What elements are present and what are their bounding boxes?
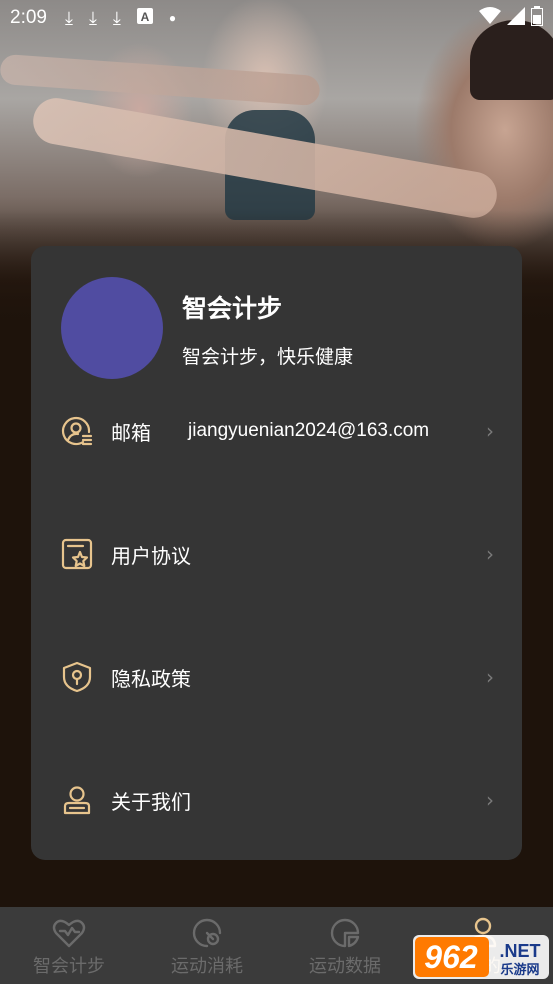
status-bar: 2:09 ⤓ ⤓ ⤓ A ● <box>0 0 553 36</box>
menu-label-email: 邮箱 <box>111 420 151 445</box>
person-icon <box>61 784 93 816</box>
chevron-right-icon: › <box>486 788 494 812</box>
menu-label-privacy-policy: 隐私政策 <box>111 666 191 691</box>
nav-tab-consumption[interactable]: 运动消耗 <box>138 907 276 984</box>
menu-item-user-agreement[interactable]: 用户协议 › <box>31 524 522 584</box>
heart-icon <box>52 916 86 950</box>
avatar[interactable] <box>61 277 163 379</box>
menu-label-about-us: 关于我们 <box>111 789 191 814</box>
email-value: jiangyuenian2024@163.com <box>188 420 430 441</box>
svg-text:乐游网: 乐游网 <box>500 962 539 978</box>
notification-dot-icon: ● <box>168 11 177 25</box>
menu-label-user-agreement: 用户协议 <box>111 543 191 568</box>
signal-icon <box>507 6 525 30</box>
svg-text:A: A <box>141 10 150 24</box>
chart-icon <box>328 916 362 950</box>
nav-label-data: 运动数据 <box>309 956 381 977</box>
download-icon: ⤓ <box>112 7 121 28</box>
nav-label-consumption: 运动消耗 <box>171 956 243 977</box>
menu-item-email[interactable]: 邮箱 jiangyuenian2024@163.com › <box>31 401 522 461</box>
profile-card: 智会计步 智会计步，快乐健康 邮箱 jiangyuenian2024@163.c… <box>31 246 522 860</box>
nav-tab-data[interactable]: 运动数据 <box>276 907 414 984</box>
download-icon: ⤓ <box>64 7 73 28</box>
wifi-icon <box>479 6 501 30</box>
nav-tab-steps[interactable]: 智会计步 <box>0 907 138 984</box>
svg-text:962: 962 <box>424 939 478 975</box>
shield-icon <box>61 661 93 693</box>
menu-item-about-us[interactable]: 关于我们 › <box>31 770 522 830</box>
watermark-logo: 962 .NET 乐游网 <box>411 933 551 981</box>
a-icon: A <box>136 7 153 29</box>
status-right <box>479 5 543 31</box>
app-slogan: 智会计步，快乐健康 <box>182 346 354 368</box>
download-icon: ⤓ <box>88 7 97 28</box>
nav-label-steps: 智会计步 <box>33 956 105 977</box>
user-card-icon <box>61 415 93 447</box>
chevron-right-icon: › <box>486 542 494 566</box>
gauge-icon <box>190 916 224 950</box>
battery-icon <box>531 5 543 31</box>
chevron-right-icon: › <box>486 419 494 443</box>
app-name: 智会计步 <box>182 294 283 323</box>
status-time: 2:09 <box>10 7 47 28</box>
document-star-icon <box>61 538 93 570</box>
chevron-right-icon: › <box>486 665 494 689</box>
svg-text:.NET: .NET <box>499 941 540 961</box>
menu-item-privacy-policy[interactable]: 隐私政策 › <box>31 647 522 707</box>
